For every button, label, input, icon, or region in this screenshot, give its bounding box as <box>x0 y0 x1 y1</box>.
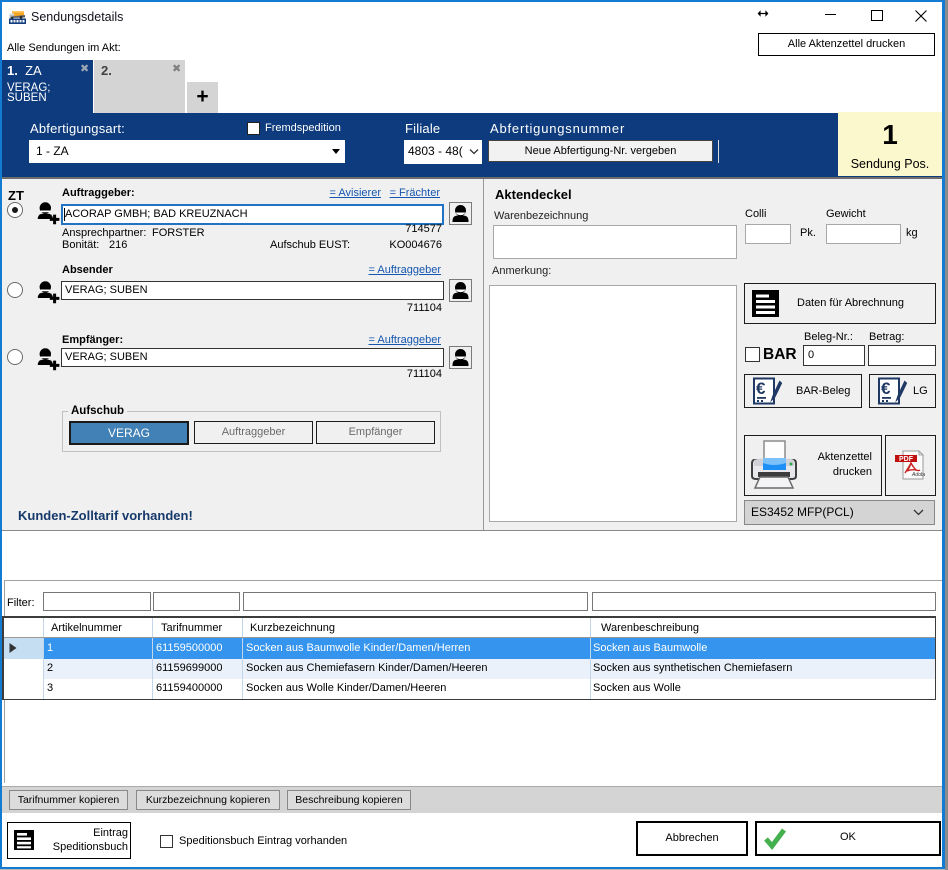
svg-text:PDF: PDF <box>899 456 914 463</box>
svg-text:Adobe: Adobe <box>911 472 925 478</box>
svg-text:€: € <box>756 379 766 398</box>
svg-text:€: € <box>881 379 891 398</box>
